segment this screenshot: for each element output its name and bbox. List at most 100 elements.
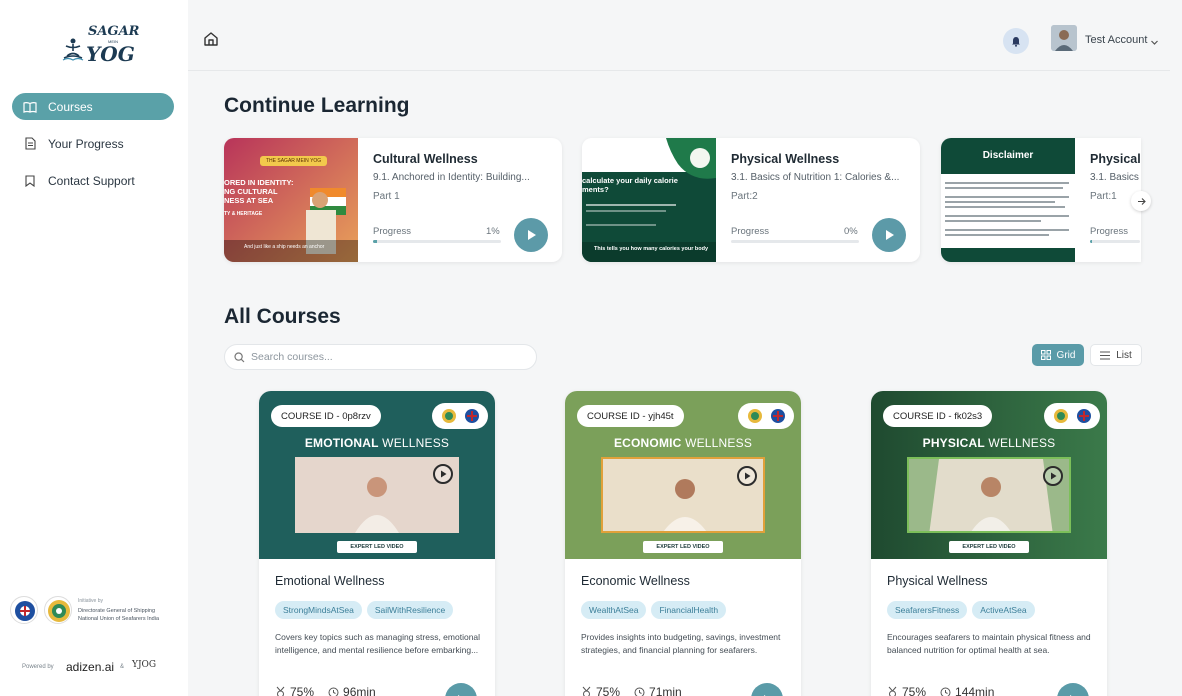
thumb-line: NESS AT SEA: [224, 196, 274, 205]
list-icon: [1100, 351, 1111, 359]
progress-bar: [731, 240, 859, 243]
avatar[interactable]: [1051, 25, 1077, 51]
dgs-emblem-icon: [770, 409, 785, 423]
thumb-line: Disclaimer: [982, 150, 1034, 161]
dgs-emblem-icon: [1076, 409, 1091, 423]
continue-card-thumbnail[interactable]: Disclaimer: [941, 138, 1075, 262]
progress-label: Progress: [1090, 226, 1129, 237]
duration-stat: 144min: [940, 685, 994, 696]
header-divider: [188, 70, 1170, 71]
search-box[interactable]: [224, 344, 537, 370]
nusi-emblem-icon: [441, 409, 456, 423]
nusi-emblem-icon: [44, 596, 72, 624]
grid-icon: [1040, 350, 1051, 360]
logo-main-text: YOG: [86, 42, 135, 66]
play-button[interactable]: [514, 218, 548, 252]
thumb-badge: THE SAGAR MEIN YOG: [260, 156, 328, 166]
continue-learning-title: Continue Learning: [224, 94, 410, 117]
sidebar: SAGAR MEIN YOG Courses Your Progress Con…: [0, 0, 188, 696]
search-icon: [234, 351, 245, 362]
course-tags: WealthAtSea FinancialHealth: [581, 601, 727, 619]
expert-led-badge: EXPERT LED VIDEO: [643, 541, 723, 553]
progress-bar: [1090, 240, 1140, 243]
start-course-button[interactable]: [445, 683, 477, 696]
course-tag[interactable]: WealthAtSea: [581, 601, 647, 619]
adizen-logo: adizen.ai: [66, 660, 115, 674]
arrow-right-icon: [1137, 197, 1146, 205]
grid-view-toggle[interactable]: Grid: [1032, 344, 1084, 366]
course-video-preview[interactable]: [907, 457, 1071, 533]
notification-bell-icon[interactable]: [1003, 28, 1029, 54]
carousel-next-button[interactable]: [1131, 191, 1151, 211]
course-tag[interactable]: FinancialHealth: [651, 601, 727, 619]
continue-card-subtitle: 9.1. Anchored in Identity: Building...: [373, 172, 530, 183]
clock-icon: [634, 687, 645, 696]
all-courses-title: All Courses: [224, 305, 341, 328]
sidebar-item-your-progress[interactable]: Your Progress: [12, 130, 174, 157]
course-tag[interactable]: StrongMindsAtSea: [275, 601, 362, 619]
course-description: Encourages seafarers to maintain physica…: [887, 632, 1091, 655]
course-emblems: [738, 403, 794, 429]
video-play-icon[interactable]: [737, 466, 757, 486]
list-view-toggle[interactable]: List: [1090, 344, 1142, 366]
course-card[interactable]: COURSE ID - 0p8rzv EMOTIONAL WELLNESS EX…: [259, 391, 495, 696]
yoga-figure-icon: [62, 38, 84, 61]
powered-by-label: Powered by: [22, 664, 54, 670]
completion-stat: 75%: [275, 685, 314, 696]
main-content: Continue Learning THE SAGAR MEIN YOG ORE…: [212, 80, 1152, 696]
progress-label: Progress: [731, 226, 770, 237]
course-title: Physical Wellness: [887, 574, 988, 588]
account-name[interactable]: Test Account: [1085, 34, 1147, 46]
start-course-button[interactable]: [1057, 683, 1089, 696]
course-banner-heading: EMOTIONAL WELLNESS: [304, 436, 450, 450]
list-label: List: [1116, 349, 1132, 361]
continue-card-part: Part:2: [731, 191, 758, 202]
course-banner[interactable]: COURSE ID - yjh45t ECONOMIC WELLNESS EXP…: [565, 391, 801, 559]
course-stats: 75% 96min: [275, 685, 376, 696]
sidebar-footer: Initiative by Directorate General of Shi…: [8, 592, 183, 687]
sidebar-item-courses[interactable]: Courses: [12, 93, 174, 120]
course-tag[interactable]: SailWithResilience: [366, 601, 454, 619]
course-tag[interactable]: SeafarersFitness: [887, 601, 968, 619]
start-course-button[interactable]: [751, 683, 783, 696]
continue-card[interactable]: THE SAGAR MEIN YOG ORED IN IDENTITY: NG …: [224, 138, 562, 262]
search-input[interactable]: [251, 351, 521, 363]
chevron-down-icon[interactable]: [1150, 34, 1160, 45]
initiative-label: Initiative by: [78, 598, 104, 604]
course-tags: SeafarersFitness ActiveAtSea: [887, 601, 1035, 619]
sidebar-item-label: Your Progress: [48, 136, 124, 151]
course-card[interactable]: COURSE ID - fk02s3 PHYSICAL WELLNESS EXP…: [871, 391, 1107, 696]
thumb-line: TY & HERITAGE: [224, 211, 263, 217]
course-stats: 75% 144min: [887, 685, 994, 696]
course-video-preview[interactable]: [601, 457, 765, 533]
video-play-icon[interactable]: [1043, 466, 1063, 486]
sagar-mein-yog-logo[interactable]: SAGAR MEIN YOG: [58, 22, 140, 70]
progress-percent: 1%: [486, 226, 500, 237]
top-bar: Test Account: [188, 10, 1170, 70]
sidebar-nav: Courses Your Progress Contact Support: [12, 93, 174, 204]
course-id-badge: COURSE ID - yjh45t: [577, 405, 684, 427]
thumb-line: ments?: [582, 185, 609, 194]
play-button[interactable]: [872, 218, 906, 252]
progress-fill: [373, 240, 377, 243]
course-tag[interactable]: ActiveAtSea: [972, 601, 1035, 619]
course-banner[interactable]: COURSE ID - 0p8rzv EMOTIONAL WELLNESS EX…: [259, 391, 495, 559]
logo-top-text: SAGAR: [88, 24, 140, 39]
continue-card[interactable]: Disclaimer Physical Wellness 3.1. Basics…: [941, 138, 1141, 262]
video-play-icon[interactable]: [433, 464, 453, 484]
duration-stat: 96min: [328, 685, 376, 696]
course-video-preview[interactable]: [295, 457, 459, 533]
continue-card[interactable]: calculate your daily calorie ments? This…: [582, 138, 920, 262]
home-icon[interactable]: [202, 30, 222, 50]
continue-card-thumbnail[interactable]: calculate your daily calorie ments? This…: [582, 138, 716, 262]
org-line-2: National Union of Seafarers India: [78, 616, 160, 622]
course-description: Provides insights into budgeting, saving…: [581, 632, 781, 655]
course-card[interactable]: COURSE ID - yjh45t ECONOMIC WELLNESS EXP…: [565, 391, 801, 696]
course-title: Economic Wellness: [581, 574, 690, 588]
continue-card-subtitle: 3.1. Basics of Nutrition 1: Calories &..…: [731, 172, 900, 183]
continue-card-thumbnail[interactable]: THE SAGAR MEIN YOG ORED IN IDENTITY: NG …: [224, 138, 358, 262]
expert-led-badge: EXPERT LED VIDEO: [337, 541, 417, 553]
sidebar-item-contact-support[interactable]: Contact Support: [12, 167, 174, 194]
app-root: SAGAR MEIN YOG Courses Your Progress Con…: [0, 0, 1182, 696]
course-banner[interactable]: COURSE ID - fk02s3 PHYSICAL WELLNESS EXP…: [871, 391, 1107, 559]
